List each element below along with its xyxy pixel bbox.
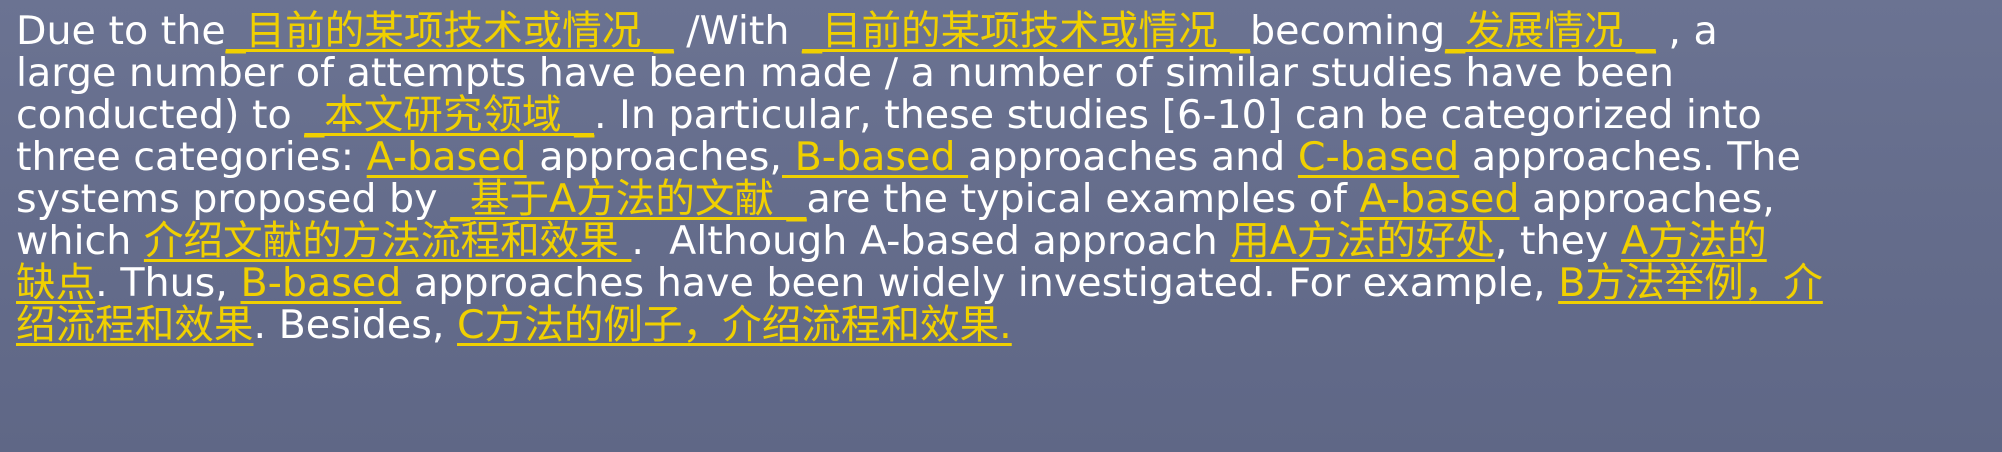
slide-text-block: Due to the_目前的某项技术或情况 _ /With _目前的某项技术或情… [0, 0, 2002, 452]
body-text: . Besides, [253, 302, 458, 348]
placeholder-text: B方法举例，介 [1558, 260, 1823, 306]
placeholder-text: C方法的例子，介绍流程和效果. [457, 302, 1012, 348]
placeholder-text: 绍流程和效果 [16, 302, 254, 348]
text-line-8: 绍流程和效果. Besides, C方法的例子，介绍流程和效果. [16, 298, 1012, 352]
